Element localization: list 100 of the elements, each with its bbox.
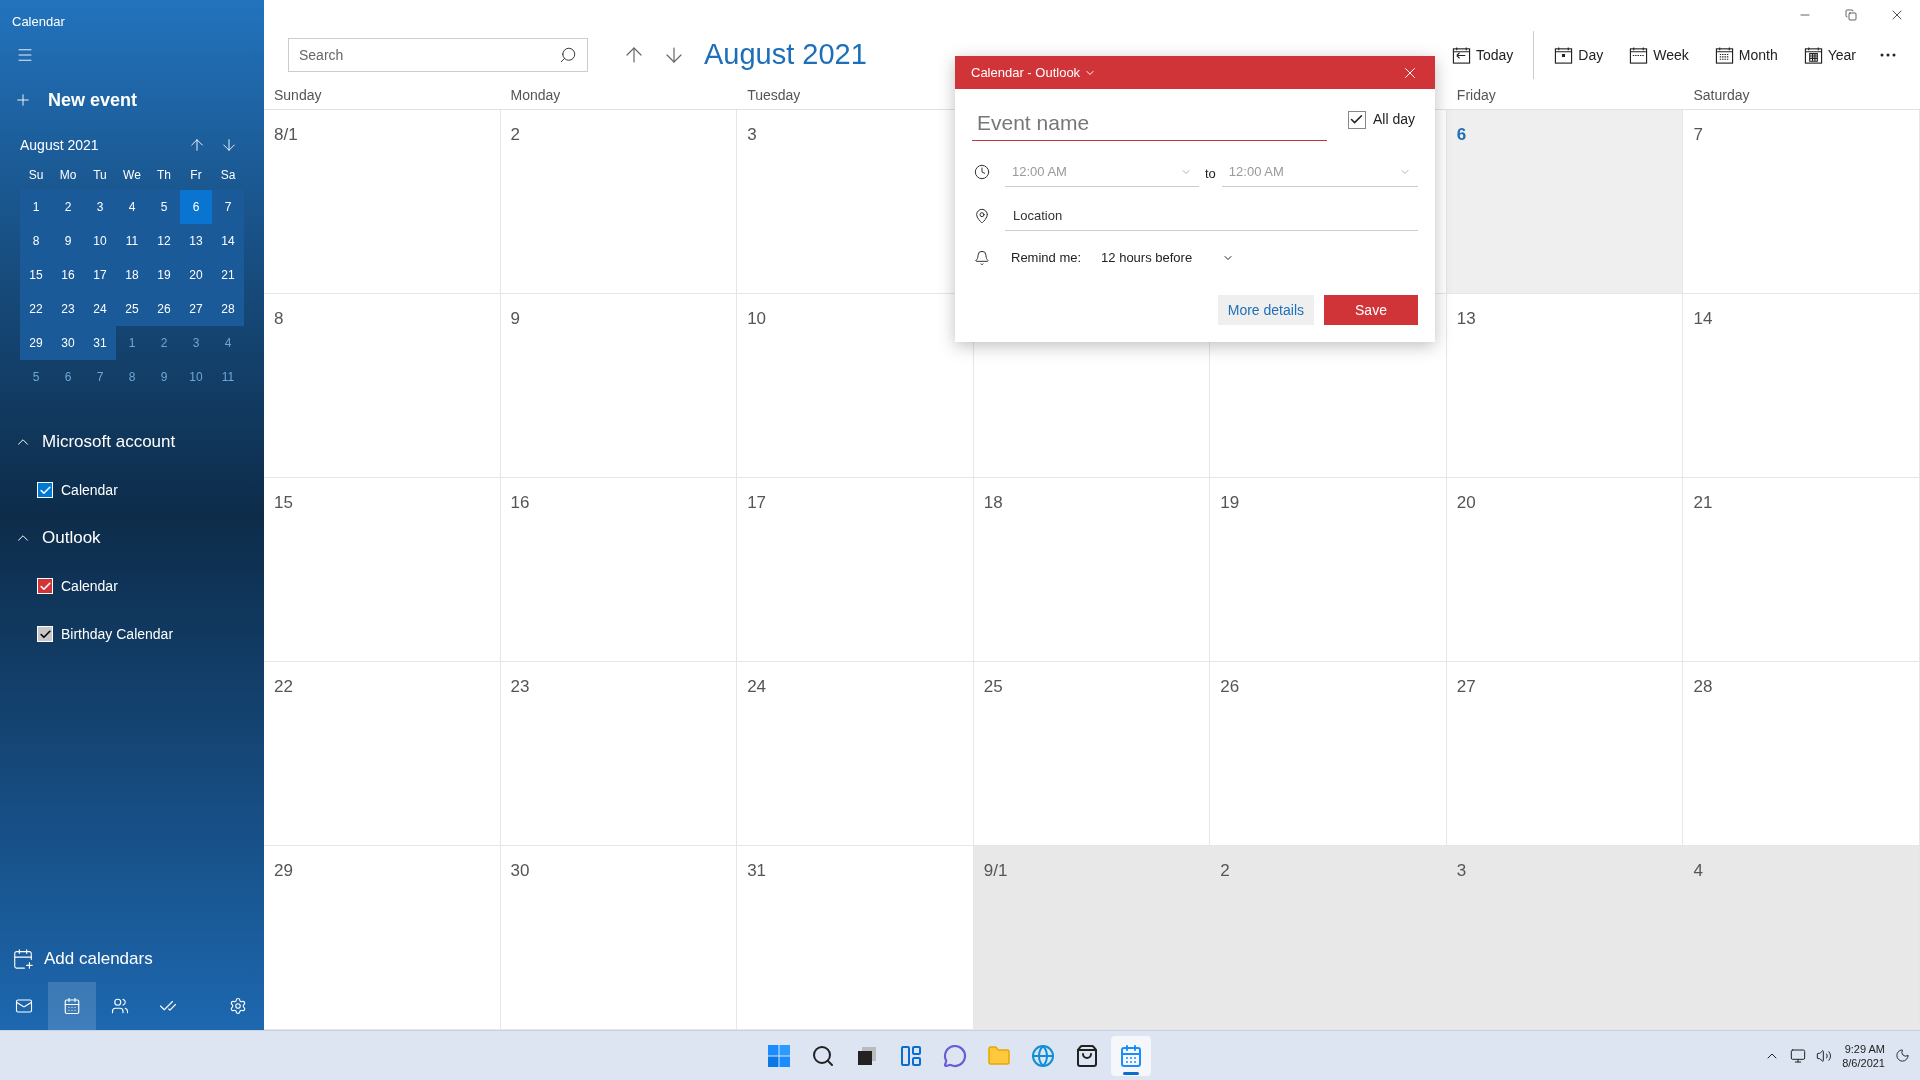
day-cell[interactable]: 25 (973, 662, 1211, 846)
mini-calendar-day[interactable]: 28 (212, 292, 244, 326)
mini-calendar-day[interactable]: 8 (116, 360, 148, 394)
day-cell[interactable]: 6 (1446, 110, 1684, 294)
moon-icon[interactable] (1895, 1048, 1910, 1063)
mini-calendar-day[interactable]: 4 (116, 190, 148, 224)
day-cell[interactable]: 17 (737, 478, 974, 662)
day-cell[interactable]: 24 (737, 662, 974, 846)
day-cell[interactable]: 2 (500, 110, 738, 294)
mini-calendar-day[interactable]: 10 (84, 224, 116, 258)
mini-calendar-day[interactable]: 22 (20, 292, 52, 326)
calendar-checkbox[interactable] (37, 626, 53, 642)
mini-calendar-day[interactable]: 3 (84, 190, 116, 224)
mini-calendar-day[interactable]: 5 (148, 190, 180, 224)
mini-calendar-day[interactable]: 18 (116, 258, 148, 292)
day-cell[interactable]: 2 (1210, 846, 1447, 1030)
calendar-picker[interactable]: Calendar - Outlook (971, 62, 1097, 83)
event-name-field[interactable]: Event name (972, 105, 1327, 141)
day-cell[interactable]: 13 (1446, 294, 1684, 478)
account-header[interactable]: Outlook (0, 514, 264, 562)
day-cell[interactable]: 7 (1683, 110, 1920, 294)
day-cell[interactable]: 8/1 (264, 110, 501, 294)
mini-calendar-day[interactable]: 16 (52, 258, 84, 292)
mini-calendar-day[interactable]: 10 (180, 360, 212, 394)
day-cell[interactable]: 3 (1446, 846, 1684, 1030)
day-cell[interactable]: 30 (500, 846, 738, 1030)
monitor-icon[interactable] (1790, 1047, 1807, 1064)
day-cell[interactable]: 20 (1446, 478, 1684, 662)
day-cell[interactable]: 16 (500, 478, 738, 662)
mini-calendar-day[interactable]: 25 (116, 292, 148, 326)
mini-calendar-day[interactable]: 12 (148, 224, 180, 258)
day-cell[interactable]: 21 (1683, 478, 1920, 662)
mini-calendar-day[interactable]: 19 (148, 258, 180, 292)
mini-calendar-day[interactable]: 26 (148, 292, 180, 326)
mini-calendar-day[interactable]: 17 (84, 258, 116, 292)
mini-calendar-day[interactable]: 11 (116, 224, 148, 258)
search-field[interactable]: Search (288, 38, 588, 72)
mini-calendar-day[interactable]: 8 (20, 224, 52, 258)
all-day-checkbox[interactable] (1347, 110, 1366, 129)
day-number: 24 (747, 677, 767, 696)
mini-calendar-day[interactable]: 7 (212, 190, 244, 224)
save-button[interactable]: Save (1324, 295, 1418, 325)
day-cell[interactable]: 4 (1683, 846, 1920, 1030)
mini-calendar-day[interactable]: 2 (52, 190, 84, 224)
more-button[interactable] (1880, 53, 1896, 57)
day-cell[interactable]: 19 (1210, 478, 1447, 662)
mini-calendar-day[interactable]: 31 (84, 326, 116, 360)
mini-calendar-day[interactable]: 7 (84, 360, 116, 394)
mini-calendar-day[interactable]: 1 (116, 326, 148, 360)
calendar-checkbox[interactable] (37, 578, 53, 594)
day-cell[interactable]: 31 (737, 846, 974, 1030)
mini-calendar-day[interactable]: 23 (52, 292, 84, 326)
mini-calendar-day[interactable]: 29 (20, 326, 52, 360)
mini-calendar-day[interactable]: 30 (52, 326, 84, 360)
view-button[interactable]: Year (1797, 37, 1862, 73)
location-field[interactable]: Location (1005, 201, 1418, 231)
reminder-dropdown[interactable]: 12 hours before (1101, 248, 1235, 268)
view-button[interactable]: Day (1548, 37, 1610, 73)
mini-calendar-day[interactable]: 1 (20, 190, 52, 224)
mini-calendar-day[interactable]: 24 (84, 292, 116, 326)
mini-calendar-day[interactable]: 6 (180, 190, 212, 224)
day-cell[interactable]: 8 (264, 294, 501, 478)
mini-calendar-day[interactable]: 9 (148, 360, 180, 394)
mini-calendar-day[interactable]: 5 (20, 360, 52, 394)
calendar-checkbox[interactable] (37, 482, 53, 498)
mini-calendar-day[interactable]: 3 (180, 326, 212, 360)
day-cell[interactable]: 9 (500, 294, 738, 478)
mini-calendar-day[interactable]: 14 (212, 224, 244, 258)
mini-calendar-day[interactable]: 13 (180, 224, 212, 258)
next-month-button[interactable] (220, 136, 238, 154)
day-cell[interactable]: 28 (1683, 662, 1920, 846)
mini-calendar-day[interactable]: 6 (52, 360, 84, 394)
view-button[interactable]: Today (1445, 37, 1520, 73)
day-cell[interactable]: 18 (973, 478, 1211, 662)
speaker-icon[interactable] (1816, 1047, 1833, 1064)
day-cell[interactable]: 23 (500, 662, 738, 846)
day-cell[interactable]: 22 (264, 662, 501, 846)
new-event-button[interactable]: New event (8, 80, 256, 120)
mini-calendar-day[interactable]: 4 (212, 326, 244, 360)
day-cell[interactable]: 26 (1210, 662, 1447, 846)
day-cell[interactable]: 14 (1683, 294, 1920, 478)
mini-calendar-day[interactable]: 21 (212, 258, 244, 292)
account-header[interactable]: Microsoft account (0, 418, 264, 466)
previous-month-button[interactable] (188, 136, 206, 154)
day-cell[interactable]: 29 (264, 846, 501, 1030)
day-cell[interactable]: 27 (1446, 662, 1684, 846)
view-button[interactable]: Week (1623, 37, 1695, 73)
mini-calendar-day[interactable]: 2 (148, 326, 180, 360)
more-details-button[interactable]: More details (1217, 295, 1314, 325)
day-cell[interactable]: 9/1 (973, 846, 1211, 1030)
mini-calendar-day[interactable]: 27 (180, 292, 212, 326)
mini-calendar-day[interactable]: 20 (180, 258, 212, 292)
mini-calendar-day[interactable]: 9 (52, 224, 84, 258)
add-calendars-button[interactable]: Add calendars (0, 936, 264, 982)
search-input[interactable]: Search (299, 44, 559, 66)
nav-button[interactable] (48, 982, 96, 1030)
mini-calendar-day[interactable]: 15 (20, 258, 52, 292)
day-cell[interactable]: 15 (264, 478, 501, 662)
view-button[interactable]: Month (1708, 37, 1784, 73)
mini-calendar-day[interactable]: 11 (212, 360, 244, 394)
